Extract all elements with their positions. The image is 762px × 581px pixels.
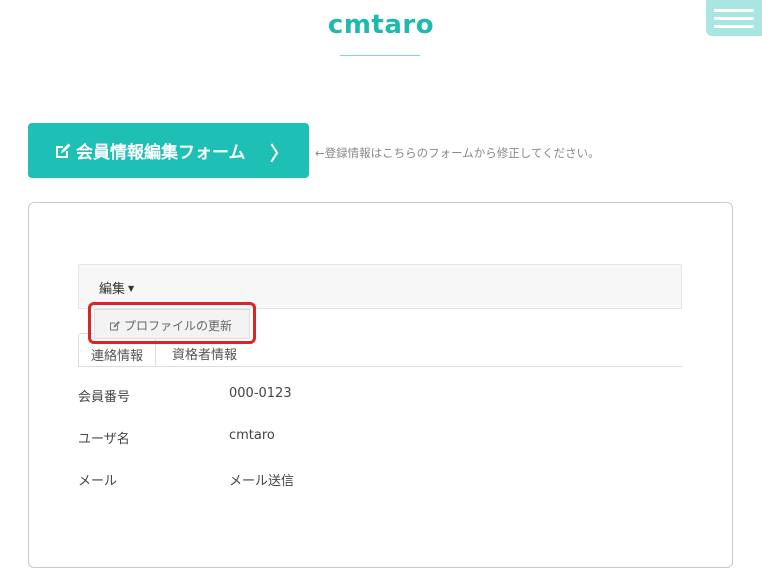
tab-label: 連絡情報 — [91, 349, 144, 364]
member-edit-form-button[interactable]: 会員情報編集フォーム 〉 — [28, 123, 309, 178]
label-username: ユーザ名 — [78, 432, 130, 447]
chevron-right-icon: 〉 — [269, 143, 289, 165]
tab-label: 資格者情報 — [172, 348, 238, 363]
title-underline — [340, 55, 420, 56]
profile-panel — [28, 202, 733, 568]
label-email: メール — [78, 474, 118, 489]
label-member-number: 会員番号 — [78, 390, 131, 405]
edit-toggle-label: 編集 — [99, 282, 126, 297]
send-email-link[interactable]: メール送信 — [229, 470, 294, 489]
form-hint-text: ←登録情報はこちらのフォームから修正してください。 — [315, 146, 600, 160]
hamburger-menu-button[interactable] — [706, 0, 762, 36]
highlight-annotation — [88, 302, 256, 344]
edit-dropdown-toggle[interactable]: 編集 ▼ — [99, 278, 134, 297]
value-member-number: 000-0123 — [229, 386, 292, 401]
edit-icon — [56, 143, 71, 158]
value-username: cmtaro — [229, 428, 275, 443]
form-button-label: 会員情報編集フォーム — [76, 143, 246, 163]
hamburger-menu-icon — [714, 9, 754, 28]
site-title: cmtaro — [327, 10, 435, 40]
caret-down-icon: ▼ — [128, 284, 135, 293]
tabs-divider — [78, 366, 682, 367]
